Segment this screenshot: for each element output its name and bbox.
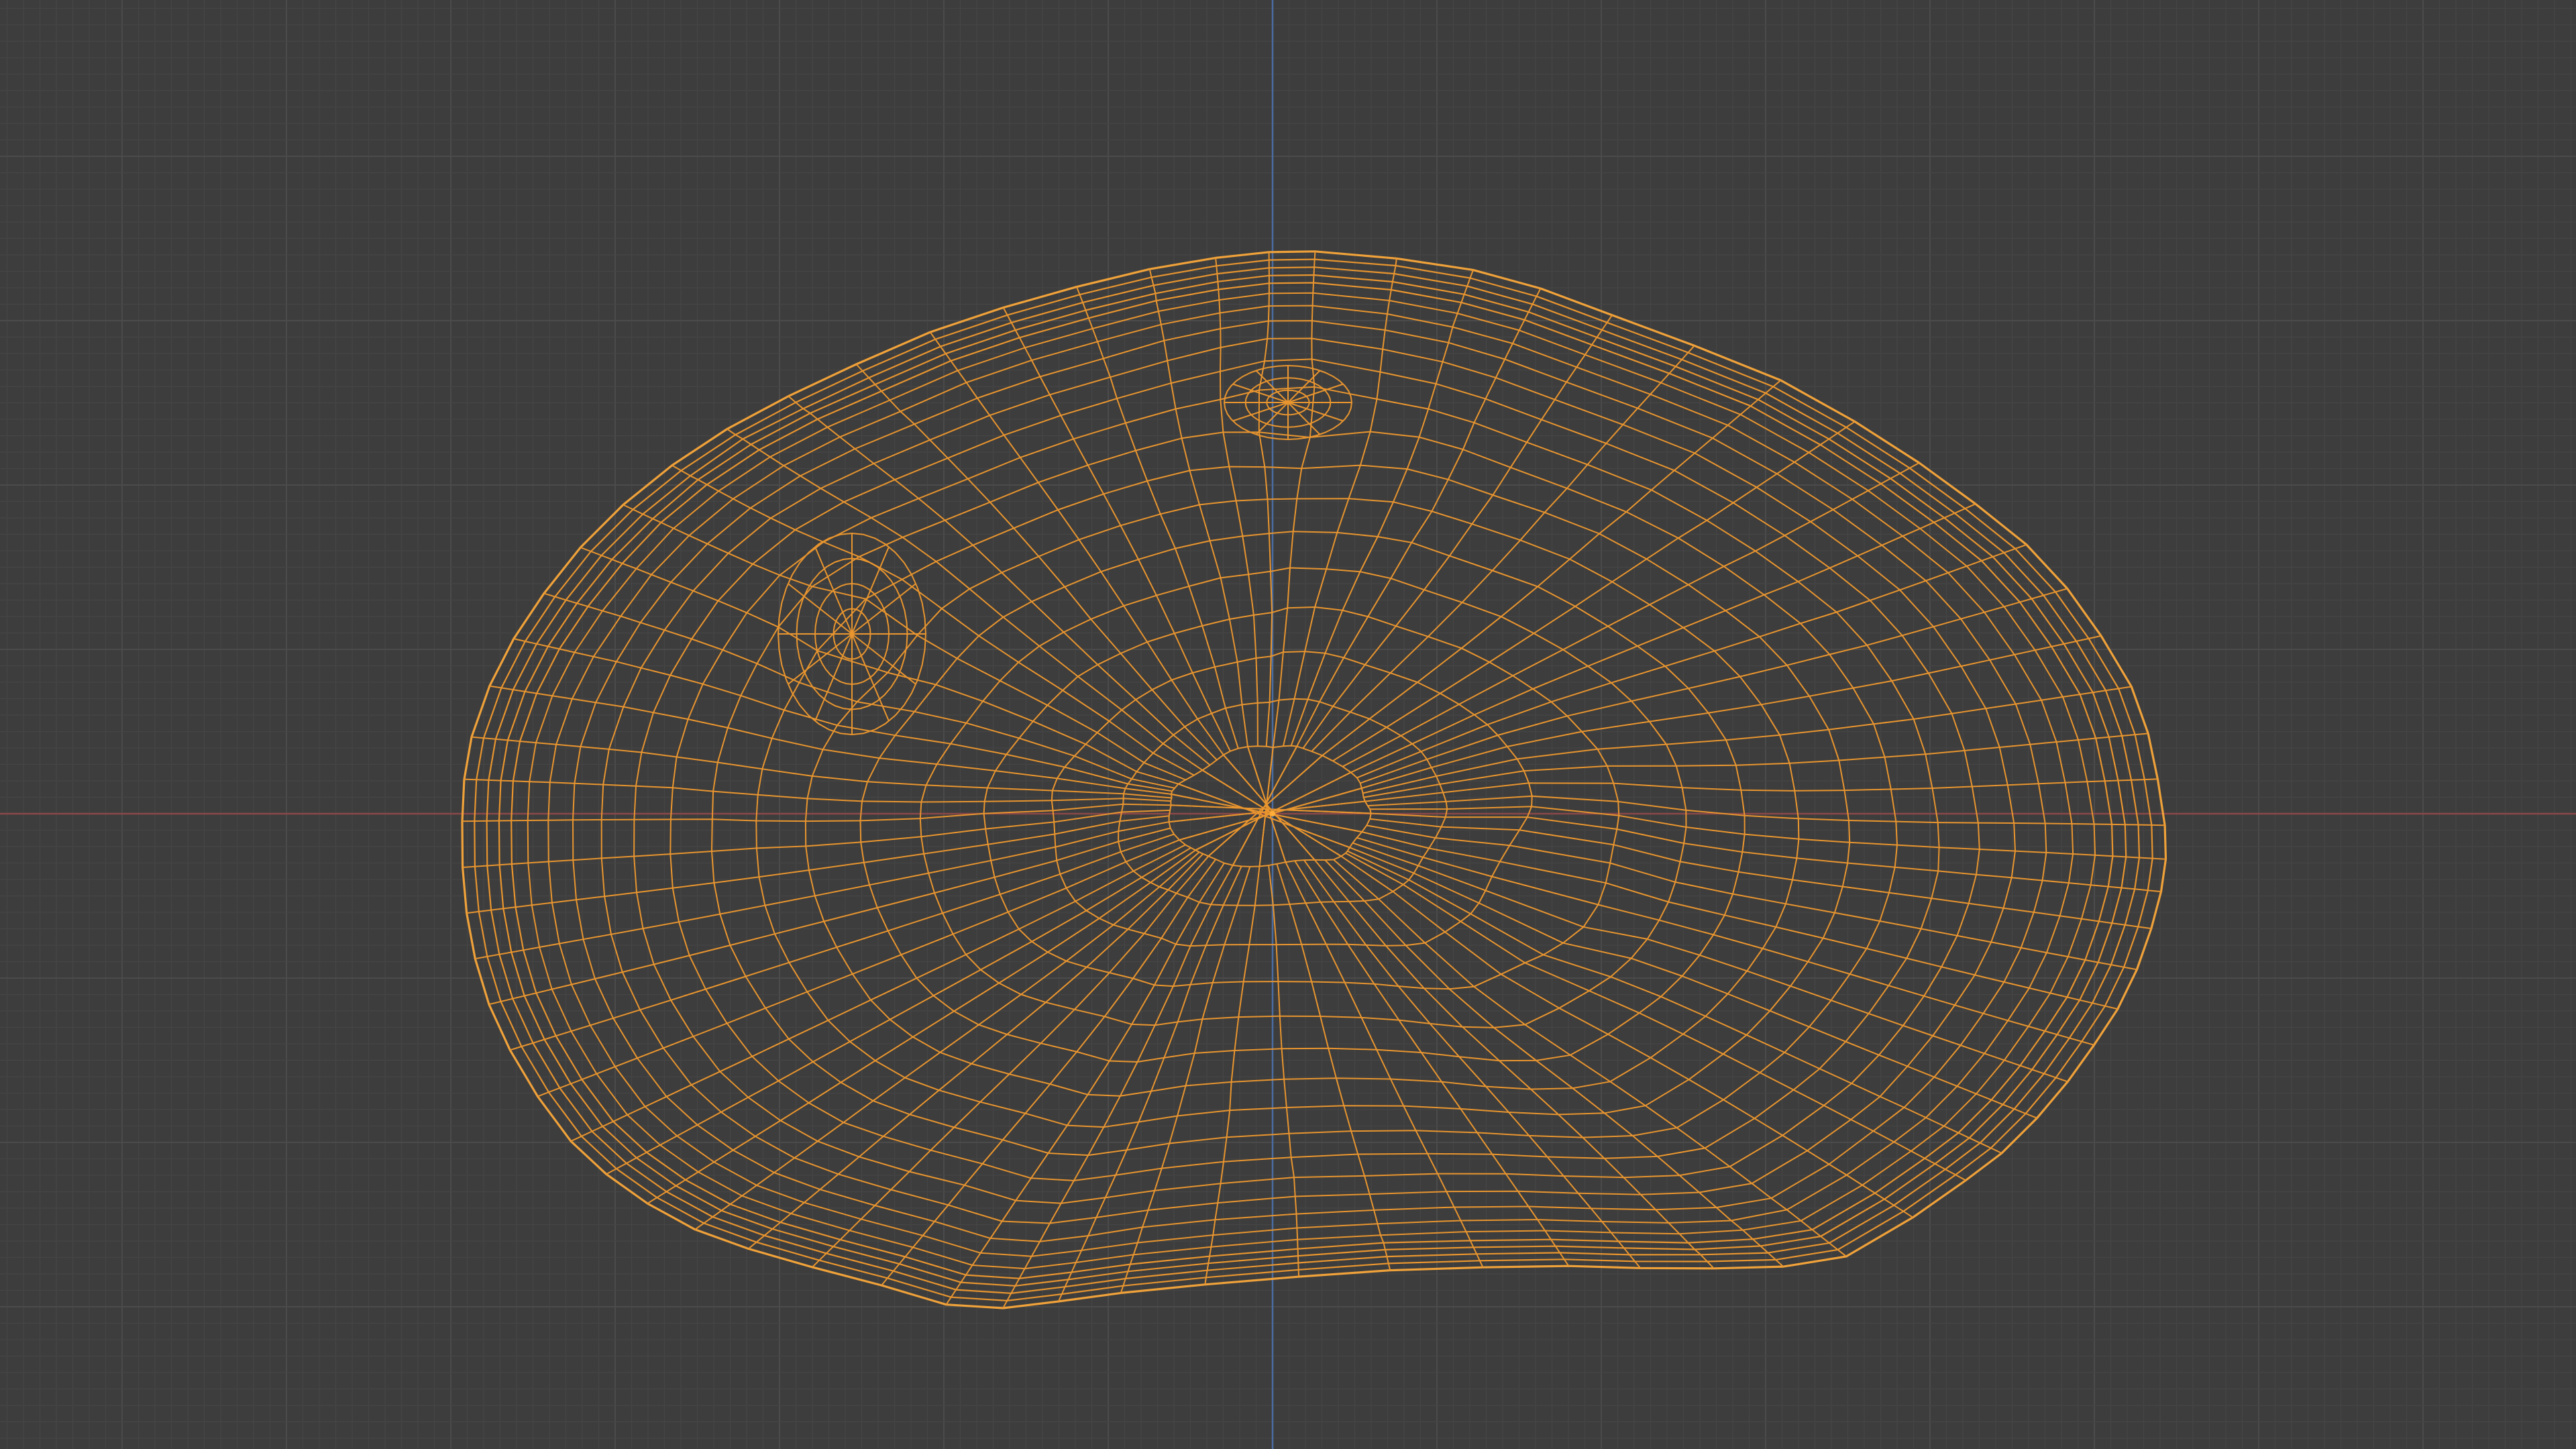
viewport-canvas[interactable] xyxy=(0,0,2576,1449)
3d-viewport[interactable] xyxy=(0,0,2576,1449)
object-origin-point[interactable] xyxy=(1270,811,1275,816)
origin-dot[interactable] xyxy=(1270,811,1275,816)
